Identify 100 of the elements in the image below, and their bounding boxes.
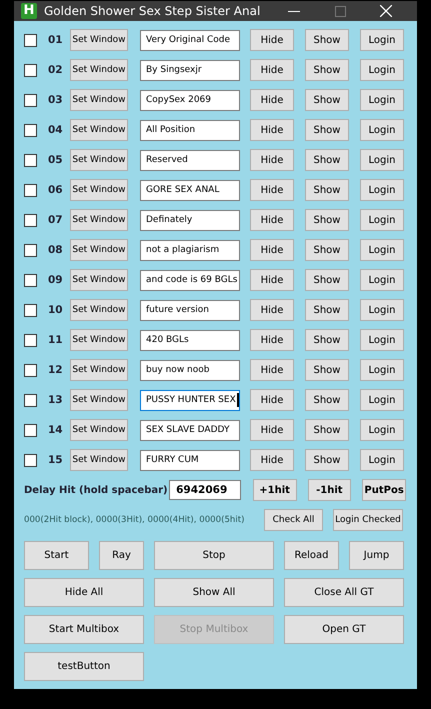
login-button[interactable]: Login	[360, 209, 404, 231]
set-window-button[interactable]: Set Window	[70, 359, 128, 381]
action-button[interactable]: Show All	[154, 578, 274, 607]
hide-button[interactable]: Hide	[250, 209, 294, 231]
show-button[interactable]: Show	[305, 209, 349, 231]
login-button[interactable]: Login	[360, 299, 404, 321]
name-field[interactable]: PUSSY HUNTER SEX	[140, 390, 240, 410]
login-button[interactable]: Login	[360, 149, 404, 171]
hide-button[interactable]: Hide	[250, 419, 294, 441]
hide-button[interactable]: Hide	[250, 29, 294, 51]
action-button[interactable]: Stop	[154, 541, 274, 570]
set-window-button[interactable]: Set Window	[70, 389, 128, 411]
hide-button[interactable]: Hide	[250, 59, 294, 81]
login-button[interactable]: Login	[360, 389, 404, 411]
action-button[interactable]: Close All GT	[284, 578, 404, 607]
set-window-button[interactable]: Set Window	[70, 149, 128, 171]
show-button[interactable]: Show	[305, 299, 349, 321]
set-window-button[interactable]: Set Window	[70, 59, 128, 81]
login-button[interactable]: Login	[360, 359, 404, 381]
action-button[interactable]: Ray	[99, 541, 144, 570]
checkbox[interactable]	[24, 214, 37, 226]
show-button[interactable]: Show	[305, 419, 349, 441]
checkbox[interactable]	[24, 394, 37, 406]
checkbox[interactable]	[24, 94, 37, 106]
show-button[interactable]: Show	[305, 59, 349, 81]
show-button[interactable]: Show	[305, 89, 349, 111]
set-window-button[interactable]: Set Window	[70, 239, 128, 261]
show-button[interactable]: Show	[305, 149, 349, 171]
name-field[interactable]: not a plagiarism	[140, 240, 240, 260]
name-field[interactable]: All Position	[140, 120, 240, 140]
name-field[interactable]: Reserved	[140, 150, 240, 170]
show-button[interactable]: Show	[305, 29, 349, 51]
action-button[interactable]: Start Multibox	[24, 615, 144, 644]
checkbox[interactable]	[24, 274, 37, 286]
checkbox[interactable]	[24, 64, 37, 76]
set-window-button[interactable]: Set Window	[70, 329, 128, 351]
show-button[interactable]: Show	[305, 329, 349, 351]
action-button[interactable]: Start	[24, 541, 89, 570]
login-button[interactable]: Login	[360, 89, 404, 111]
name-field[interactable]: GORE SEX ANAL	[140, 180, 240, 200]
show-button[interactable]: Show	[305, 359, 349, 381]
login-checked-button[interactable]: Login Checked	[333, 509, 403, 531]
login-button[interactable]: Login	[360, 449, 404, 471]
name-field[interactable]: SEX SLAVE DADDY	[140, 420, 240, 440]
login-button[interactable]: Login	[360, 329, 404, 351]
checkbox[interactable]	[24, 304, 37, 316]
set-window-button[interactable]: Set Window	[70, 449, 128, 471]
show-button[interactable]: Show	[305, 449, 349, 471]
checkbox[interactable]	[24, 364, 37, 376]
checkbox[interactable]	[24, 424, 37, 436]
set-window-button[interactable]: Set Window	[70, 209, 128, 231]
hide-button[interactable]: Hide	[250, 449, 294, 471]
checkbox[interactable]	[24, 124, 37, 136]
login-button[interactable]: Login	[360, 419, 404, 441]
name-field[interactable]: and code is 69 BGLs	[140, 270, 240, 290]
hit-button[interactable]: -1hit	[308, 479, 352, 501]
login-button[interactable]: Login	[360, 269, 404, 291]
check-all-button[interactable]: Check All	[264, 509, 323, 531]
checkbox[interactable]	[24, 334, 37, 346]
name-field[interactable]: future version	[140, 300, 240, 320]
hide-button[interactable]: Hide	[250, 329, 294, 351]
show-button[interactable]: Show	[305, 239, 349, 261]
name-field[interactable]: By Singsexjr	[140, 60, 240, 80]
show-button[interactable]: Show	[305, 119, 349, 141]
action-button[interactable]: Open GT	[284, 615, 404, 644]
login-button[interactable]: Login	[360, 59, 404, 81]
login-button[interactable]: Login	[360, 179, 404, 201]
set-window-button[interactable]: Set Window	[70, 119, 128, 141]
action-button[interactable]: Reload	[284, 541, 339, 570]
checkbox[interactable]	[24, 34, 37, 46]
hide-button[interactable]: Hide	[250, 239, 294, 261]
set-window-button[interactable]: Set Window	[70, 89, 128, 111]
set-window-button[interactable]: Set Window	[70, 179, 128, 201]
hide-button[interactable]: Hide	[250, 89, 294, 111]
set-window-button[interactable]: Set Window	[70, 299, 128, 321]
set-window-button[interactable]: Set Window	[70, 269, 128, 291]
hide-button[interactable]: Hide	[250, 179, 294, 201]
hide-button[interactable]: Hide	[250, 389, 294, 411]
hide-button[interactable]: Hide	[250, 359, 294, 381]
hit-button[interactable]: PutPos	[362, 479, 406, 501]
hide-button[interactable]: Hide	[250, 299, 294, 321]
name-field[interactable]: Very Original Code	[140, 30, 240, 50]
action-button[interactable]: Hide All	[24, 578, 144, 607]
name-field[interactable]: Definately	[140, 210, 240, 230]
checkbox[interactable]	[24, 154, 37, 166]
login-button[interactable]: Login	[360, 29, 404, 51]
login-button[interactable]: Login	[360, 239, 404, 261]
action-button[interactable]: Jump	[349, 541, 404, 570]
name-field[interactable]: buy now noob	[140, 360, 240, 380]
name-field[interactable]: 420 BGLs	[140, 330, 240, 350]
hide-button[interactable]: Hide	[250, 269, 294, 291]
name-field[interactable]: FURRY CUM	[140, 450, 240, 470]
name-field[interactable]: CopySex 2069	[140, 90, 240, 110]
show-button[interactable]: Show	[305, 179, 349, 201]
show-button[interactable]: Show	[305, 269, 349, 291]
action-button[interactable]: testButton	[24, 652, 144, 681]
hide-button[interactable]: Hide	[250, 119, 294, 141]
delay-field[interactable]: 6942069	[169, 480, 241, 500]
set-window-button[interactable]: Set Window	[70, 29, 128, 51]
checkbox[interactable]	[24, 184, 37, 196]
